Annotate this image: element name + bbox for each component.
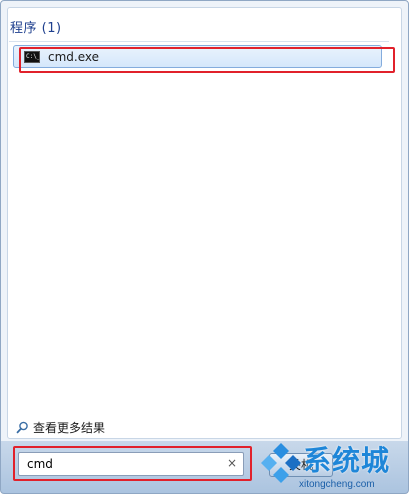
result-item-cmd[interactable]: C:\_ cmd.exe xyxy=(13,45,382,68)
clear-search-icon[interactable]: × xyxy=(227,456,237,470)
start-menu: 程序 (1) C:\_ cmd.exe 查看更多结果 × 关机 系统城 xito… xyxy=(0,0,409,494)
see-more-results-link[interactable]: 查看更多结果 xyxy=(16,419,105,435)
search-results-pane xyxy=(7,7,402,439)
shutdown-button[interactable]: 关机 xyxy=(269,453,333,477)
search-box[interactable]: × xyxy=(18,452,244,476)
watermark-domain: xitongcheng.com xyxy=(299,479,375,490)
section-title-programs: 程序 (1) xyxy=(10,21,62,36)
result-item-label: cmd.exe xyxy=(48,50,100,64)
search-icon xyxy=(16,421,28,433)
console-icon: C:\_ xyxy=(24,51,40,63)
see-more-label: 查看更多结果 xyxy=(33,420,106,435)
section-divider xyxy=(9,41,389,42)
search-input[interactable] xyxy=(19,453,219,475)
